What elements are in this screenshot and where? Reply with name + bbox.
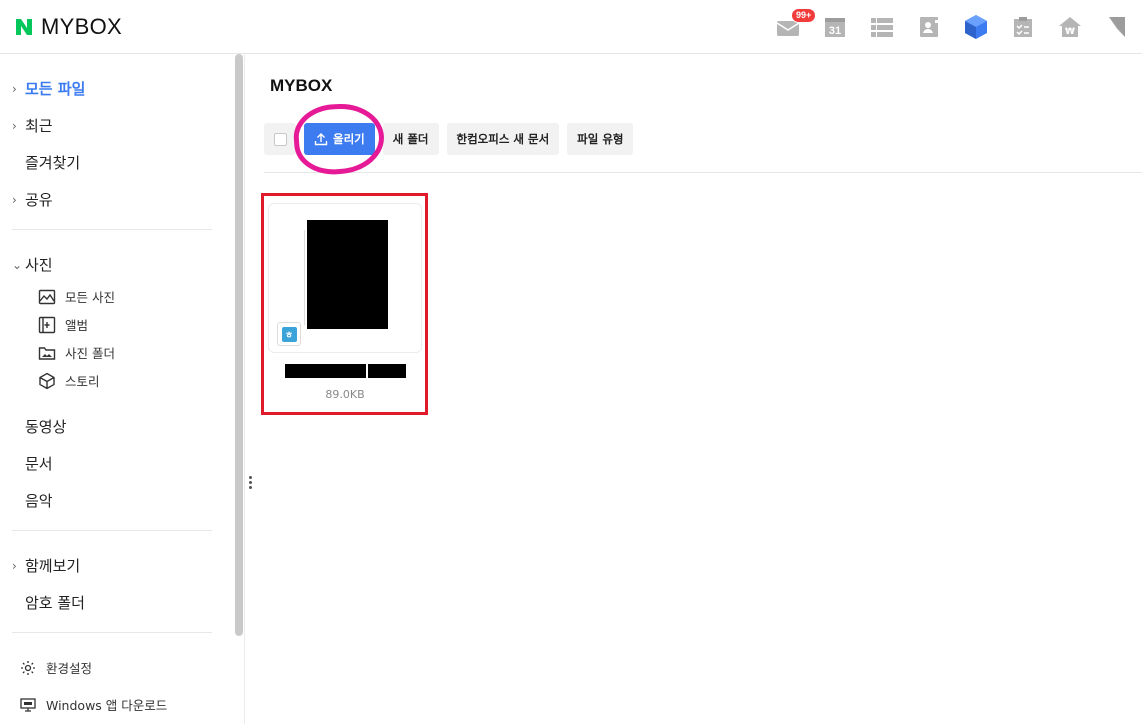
hwp-file-type-icon: ㅎ	[277, 322, 301, 346]
file-type-letter: ㅎ	[281, 326, 297, 342]
top-bar: MYBOX 99+ 31 ₩	[0, 0, 1142, 54]
sidebar-item-documents[interactable]: 문서	[12, 453, 53, 474]
sidebar-item-secret-folder[interactable]: 암호 폴더	[12, 592, 85, 613]
select-all-checkbox[interactable]	[264, 123, 296, 155]
naver-n-icon	[15, 18, 33, 36]
mail-badge: 99+	[791, 8, 817, 23]
page-title: MYBOX	[270, 76, 333, 95]
svg-text:31: 31	[829, 25, 841, 37]
app-switcher: 99+ 31 ₩	[754, 8, 1130, 40]
upload-icon	[314, 133, 328, 146]
sidebar-item-label: 사진 폴더	[65, 346, 115, 361]
chevron-right-icon: ›	[12, 192, 17, 207]
toolbar: 올리기 새 폴더 한컴오피스 새 문서 파일 유형	[264, 123, 641, 157]
monitor-icon	[20, 697, 36, 712]
sidebar-item-shared[interactable]: › 공유	[12, 189, 53, 210]
sidebar-item-label: 스토리	[65, 374, 100, 389]
sidebar-item-story[interactable]: 스토리	[38, 371, 100, 390]
mail-icon[interactable]: 99+	[775, 8, 817, 40]
file-card[interactable]: ㅎ	[268, 203, 422, 353]
sidebar-item-label: 문서	[25, 455, 53, 473]
logo-text: MYBOX	[41, 14, 122, 39]
sidebar-item-all-photos[interactable]: 모든 사진	[38, 287, 115, 306]
sidebar-item-label: 앨범	[65, 318, 89, 333]
windows-app-download-link[interactable]: Windows 앱 다운로드	[20, 695, 167, 714]
sidebar-item-videos[interactable]: 동영상	[12, 416, 66, 437]
gear-icon	[21, 660, 35, 675]
sidebar-item-label: 사진	[25, 256, 53, 274]
sidebar-item-label: 동영상	[25, 418, 67, 436]
toolbar-divider	[264, 172, 1142, 173]
thumbnail-edge	[304, 230, 305, 325]
sidebar-divider	[12, 530, 212, 531]
sidebar-item-label: 음악	[25, 492, 53, 510]
sidebar-item-label: 암호 폴더	[25, 594, 85, 612]
file-size: 89.0KB	[325, 388, 365, 401]
file-thumbnail-redacted	[307, 220, 388, 329]
sidebar-item-label: 즐겨찾기	[25, 154, 81, 172]
sidebar-item-music[interactable]: 음악	[12, 490, 53, 511]
calendar-icon[interactable]: 31	[822, 14, 848, 40]
settings-label: 환경설정	[46, 661, 93, 676]
sidebar-item-label: 공유	[25, 191, 53, 209]
sidebar-item-label: 모든 사진	[65, 290, 115, 305]
sidebar-item-label: 최근	[25, 117, 53, 135]
cube-icon	[39, 372, 55, 389]
sidebar-scrollbar[interactable]	[235, 54, 243, 636]
file-type-button[interactable]: 파일 유형	[567, 123, 634, 155]
bookmark-icon[interactable]	[1104, 14, 1130, 40]
sidebar-item-recent[interactable]: › 최근	[12, 115, 53, 136]
photo-folder-icon	[38, 346, 56, 360]
todo-icon[interactable]	[1010, 14, 1036, 40]
chevron-right-icon: ›	[12, 81, 17, 96]
sidebar-divider	[12, 632, 212, 633]
list-icon[interactable]	[869, 14, 895, 40]
home-pay-icon[interactable]: ₩	[1057, 14, 1083, 40]
panel-resize-handle[interactable]	[249, 476, 253, 490]
sidebar-item-photos[interactable]: ⌄ 사진	[12, 254, 53, 275]
photo-icon	[38, 289, 56, 304]
sidebar-item-together[interactable]: › 함께보기	[12, 555, 80, 576]
chevron-right-icon: ›	[12, 558, 17, 573]
album-icon	[38, 316, 56, 333]
sidebar-item-album[interactable]: 앨범	[38, 315, 88, 334]
mybox-icon[interactable]	[963, 14, 989, 40]
file-name-redacted[interactable]	[285, 364, 406, 378]
upload-label: 올리기	[333, 132, 365, 146]
sidebar-divider	[12, 229, 212, 230]
sidebar-item-favorites[interactable]: 즐겨찾기	[12, 152, 80, 173]
svg-text:₩: ₩	[1065, 27, 1075, 37]
hancom-new-document-button[interactable]: 한컴오피스 새 문서	[446, 123, 560, 155]
upload-button[interactable]: 올리기	[304, 123, 375, 155]
chevron-right-icon: ›	[12, 118, 17, 133]
chevron-down-icon: ⌄	[12, 257, 23, 272]
new-folder-button[interactable]: 새 폴더	[382, 123, 439, 155]
sidebar-item-label: 함께보기	[25, 557, 81, 575]
contacts-icon[interactable]	[916, 14, 942, 40]
logo[interactable]: MYBOX	[15, 14, 122, 40]
sidebar-item-photo-folder[interactable]: 사진 폴더	[38, 343, 115, 362]
windows-download-label: Windows 앱 다운로드	[46, 698, 168, 713]
sidebar-item-all-files[interactable]: › 모든 파일	[12, 78, 85, 99]
settings-link[interactable]: 환경설정	[20, 658, 92, 677]
sidebar: › 모든 파일 › 최근 즐겨찾기 › 공유 ⌄ 사진 모든 사진 앨범 사진 …	[0, 54, 245, 724]
sidebar-item-label: 모든 파일	[25, 80, 86, 98]
